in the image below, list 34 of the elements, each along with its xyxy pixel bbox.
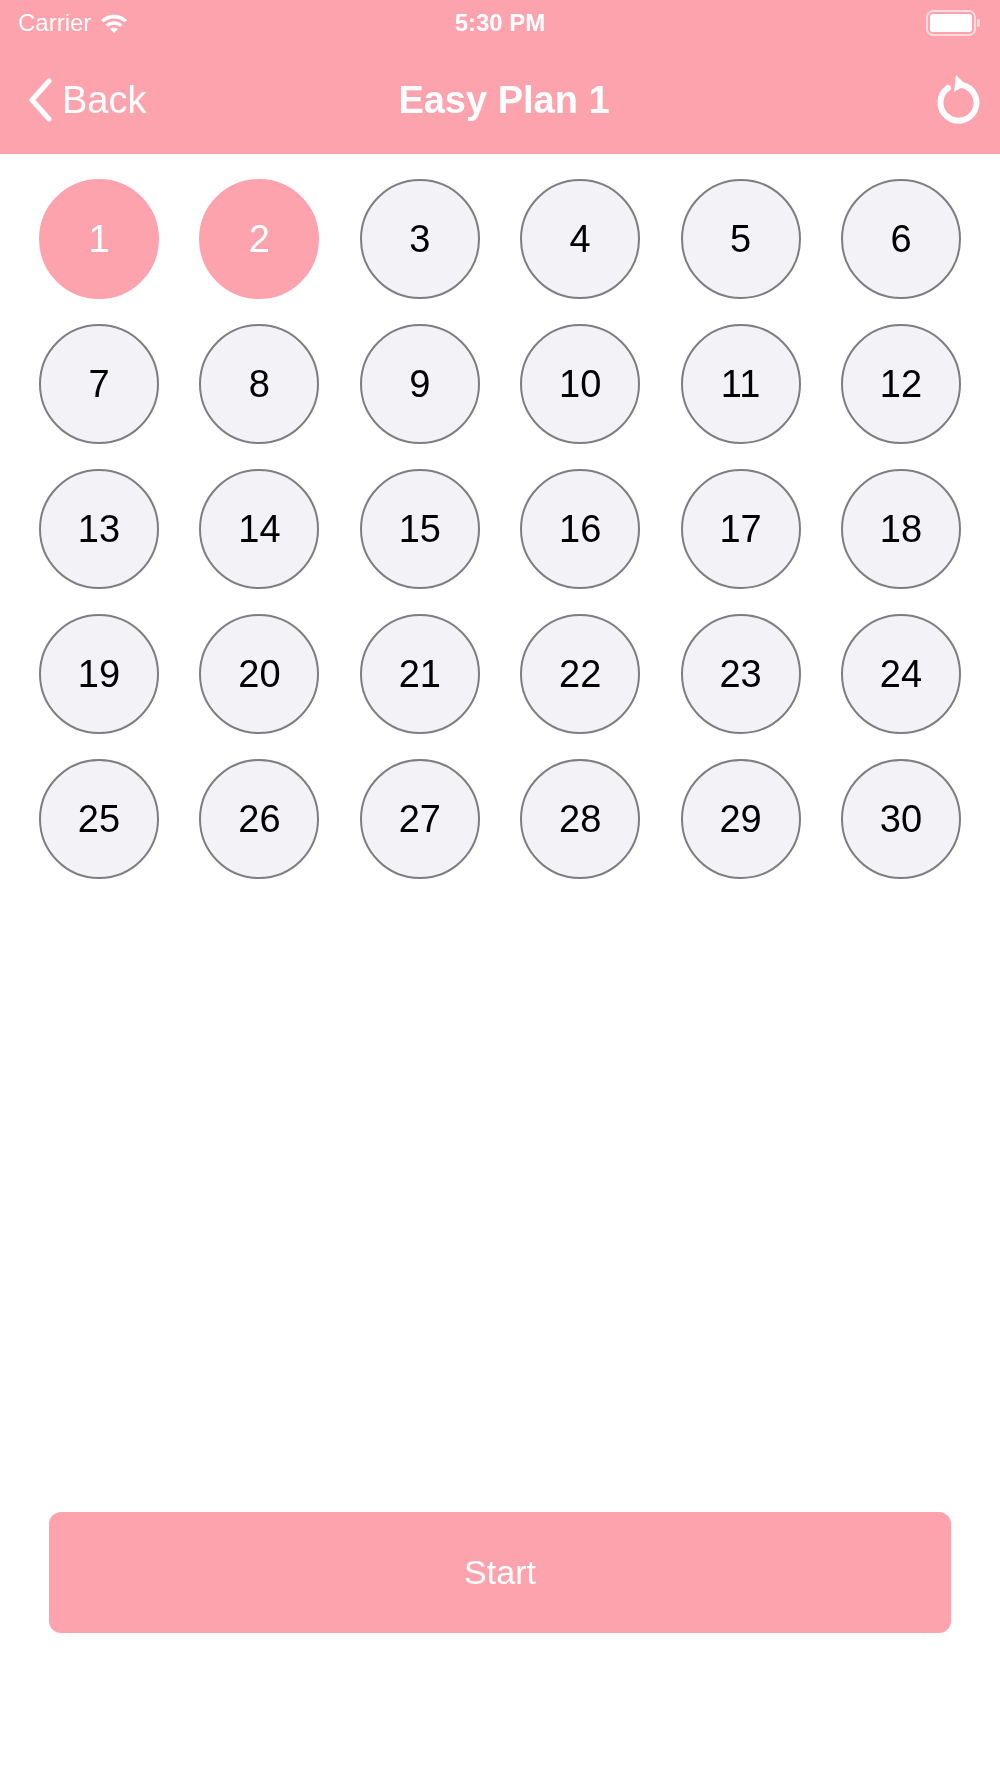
chevron-icon xyxy=(28,78,52,122)
day-circle[interactable]: 11 xyxy=(680,324,801,444)
screen-title: Easy Plan 1 xyxy=(398,78,610,122)
day-circle[interactable]: 4 xyxy=(520,179,641,299)
day-circle[interactable]: 14 xyxy=(199,469,320,589)
day-circle[interactable]: 27 xyxy=(359,759,480,879)
day-circle[interactable]: 18 xyxy=(840,469,961,589)
day-circle[interactable]: 29 xyxy=(680,759,801,879)
day-circle[interactable]: 28 xyxy=(520,759,641,879)
day-circle[interactable]: 23 xyxy=(680,614,801,734)
day-circle[interactable]: 8 xyxy=(199,324,320,444)
day-circle[interactable]: 21 xyxy=(359,614,480,734)
day-circle[interactable]: 9 xyxy=(359,324,480,444)
day-circle[interactable]: 24 xyxy=(840,614,961,734)
wifi-icon xyxy=(99,12,130,34)
day-circle[interactable]: 13 xyxy=(39,469,159,589)
day-circle[interactable]: 26 xyxy=(199,759,320,879)
day-circle[interactable]: 20 xyxy=(199,614,320,734)
day-circle[interactable]: 12 xyxy=(840,324,961,444)
day-circle[interactable]: 25 xyxy=(39,759,159,879)
day-circle[interactable]: 19 xyxy=(39,614,159,734)
day-circle[interactable]: 22 xyxy=(520,614,641,734)
status-time: 5:30 PM xyxy=(454,9,546,37)
day-circle[interactable]: 3 xyxy=(359,179,480,299)
day-circle[interactable]: 7 xyxy=(39,324,159,444)
day-circle[interactable]: 10 xyxy=(520,324,641,444)
day-circle[interactable]: 17 xyxy=(680,469,801,589)
day-circle[interactable]: 30 xyxy=(840,759,961,879)
day-circle[interactable]: 15 xyxy=(359,469,480,589)
carrier-name: Carrier xyxy=(18,9,92,37)
battery-icon xyxy=(926,10,982,36)
day-circle[interactable]: 5 xyxy=(680,179,801,299)
day-circle[interactable]: 6 xyxy=(840,179,961,299)
day-circle[interactable]: 16 xyxy=(520,469,641,589)
